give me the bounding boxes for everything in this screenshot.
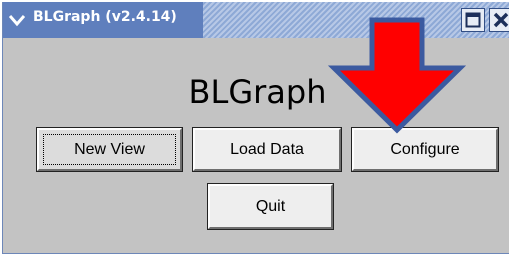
titlebar-title-area: BLGraph (v2.4.14) [3, 2, 203, 38]
close-icon [493, 12, 509, 28]
configure-label: Configure [390, 141, 460, 158]
load-data-button[interactable]: Load Data [192, 127, 342, 172]
quit-label: Quit [255, 198, 286, 215]
configure-button[interactable]: Configure [351, 127, 499, 172]
new-view-button[interactable]: New View [36, 127, 183, 172]
window-title: BLGraph (v2.4.14) [33, 9, 177, 25]
load-data-label: Load Data [230, 141, 304, 158]
app-window: BLGraph (v2.4.14) BLGraph New View Load … [2, 2, 509, 254]
maximize-icon [465, 12, 481, 28]
new-view-label: New View [74, 141, 145, 158]
titlebar[interactable]: BLGraph (v2.4.14) [3, 2, 509, 38]
app-title: BLGraph [188, 73, 327, 111]
close-button[interactable] [489, 8, 509, 32]
maximize-button[interactable] [461, 8, 485, 32]
quit-button[interactable]: Quit [207, 183, 334, 230]
chevron-down-icon[interactable] [9, 12, 25, 28]
